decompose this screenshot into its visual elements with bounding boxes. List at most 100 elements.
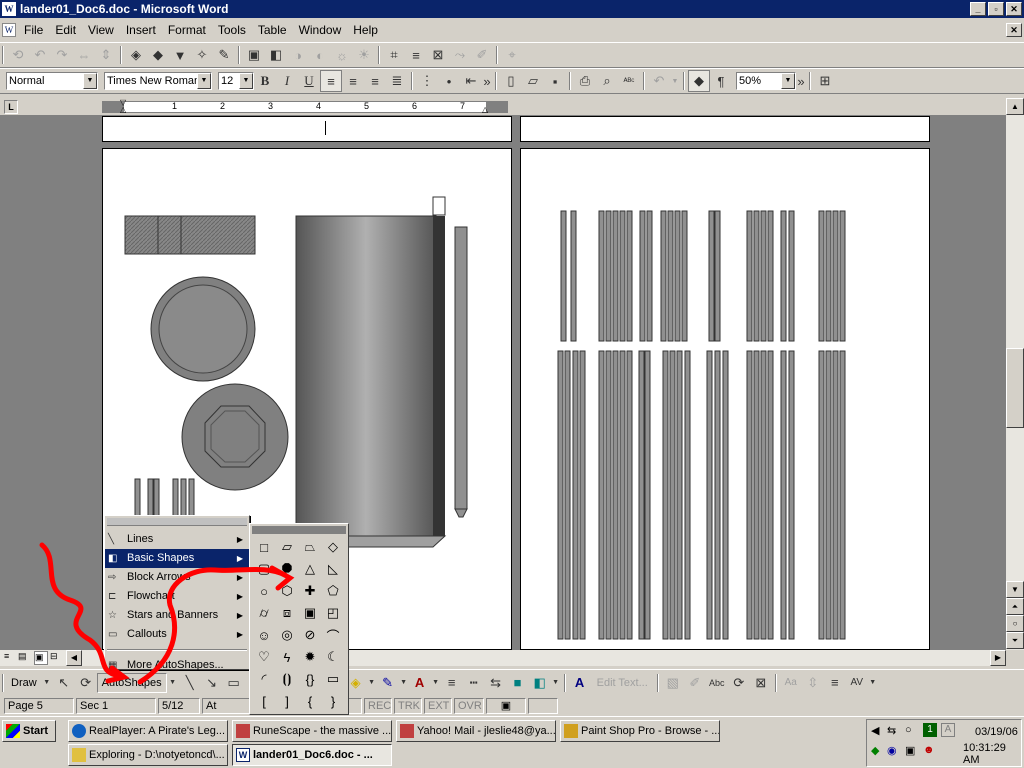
italic-button[interactable]: I xyxy=(276,70,298,92)
menu-edit[interactable]: Edit xyxy=(49,20,82,40)
align-right-icon[interactable]: ≡ xyxy=(364,70,386,92)
speaker-icon[interactable]: ◀ xyxy=(871,724,879,737)
menu-insert[interactable]: Insert xyxy=(120,20,162,40)
toolbar-more-icon[interactable]: » xyxy=(796,70,806,92)
status-rec[interactable]: REC xyxy=(364,698,392,714)
tab-selector[interactable]: L xyxy=(4,100,18,114)
block-arc-icon[interactable]: ⌒ xyxy=(322,624,344,646)
diamond-icon[interactable]: ◇ xyxy=(322,536,344,558)
double-brace-icon[interactable]: {} xyxy=(299,668,321,690)
fill-dropdown-icon[interactable]: ▼ xyxy=(367,672,377,694)
spacing-dropdown-icon[interactable]: ▼ xyxy=(868,672,878,694)
dropdown-arrow-icon[interactable]: ▼ xyxy=(781,73,795,89)
scroll-up-icon[interactable]: ▲ xyxy=(1006,98,1024,115)
line-style-icon[interactable]: ≡ xyxy=(441,672,463,694)
bullets-icon[interactable]: • xyxy=(438,70,460,92)
right-indent-icon[interactable]: △ xyxy=(482,105,488,114)
arrow-style-icon[interactable]: ⇆ xyxy=(485,672,507,694)
scroll-right-icon[interactable]: ▶ xyxy=(990,650,1006,666)
select-browse-object-icon[interactable]: ○ xyxy=(1006,615,1024,632)
arc-icon[interactable]: ◜ xyxy=(253,668,275,690)
fill-color-icon[interactable]: ◈ xyxy=(125,44,147,66)
select-objects-icon[interactable]: ↖ xyxy=(53,672,75,694)
font-size-combo[interactable]: 12 ▼ xyxy=(218,72,254,90)
dropdown-arrow-icon[interactable]: ▼ xyxy=(239,73,253,89)
page-6[interactable] xyxy=(520,148,930,650)
more-brightness-icon[interactable]: ☼ xyxy=(331,44,353,66)
menu-item-more-autoshapes[interactable]: ▦ More AutoShapes... xyxy=(105,656,249,675)
task-runescape[interactable]: RuneScape - the massive ... xyxy=(232,720,392,742)
menu-file[interactable]: File xyxy=(18,20,49,40)
menu-help[interactable]: Help xyxy=(347,20,384,40)
line-color-icon[interactable]: ✎ xyxy=(213,44,235,66)
effects-icon[interactable]: ✧ xyxy=(191,44,213,66)
text-wrapping-icon[interactable]: ⊠ xyxy=(750,672,772,694)
moon-icon[interactable]: ☾ xyxy=(322,646,344,668)
more-contrast-icon[interactable]: ◑ xyxy=(287,44,309,66)
vertical-text-icon[interactable]: ⇳ xyxy=(802,672,824,694)
scroll-thumb[interactable] xyxy=(1006,348,1024,428)
autoshapes-button[interactable]: AutoShapes xyxy=(96,672,167,693)
draw-dropdown-icon[interactable]: ▼ xyxy=(41,672,53,694)
minimize-button[interactable]: _ xyxy=(970,2,986,16)
alignment-icon[interactable]: ≡ xyxy=(824,672,846,694)
tray-number-icon[interactable]: 1 xyxy=(923,723,937,737)
menu-item-lines[interactable]: ╲ Lines ▶ xyxy=(105,530,249,549)
dash-style-icon[interactable]: ┅ xyxy=(463,672,485,694)
font-color-dropdown-icon[interactable]: ▼ xyxy=(431,672,441,694)
character-spacing-button[interactable]: AV xyxy=(846,672,868,694)
align-center-icon[interactable]: ≡ xyxy=(342,70,364,92)
underline-button[interactable]: U xyxy=(298,70,320,92)
flip-vertical-icon[interactable]: ⇕ xyxy=(95,44,117,66)
right-brace-icon[interactable]: } xyxy=(322,690,344,712)
outline-view-icon[interactable]: ⊟ xyxy=(50,651,62,665)
task-paint-shop-pro[interactable]: Paint Shop Pro - Browse - ... xyxy=(560,720,720,742)
vertical-scrollbar[interactable]: ▲ ▼ ⏶ ○ ⏷ xyxy=(1006,98,1024,650)
toolbar-more-icon[interactable]: » xyxy=(482,70,492,92)
set-transparent-icon[interactable]: ⌖ xyxy=(501,44,523,66)
style-combo[interactable]: Normal ▼ xyxy=(6,72,98,90)
line-color-dropdown-icon[interactable]: ▼ xyxy=(399,672,409,694)
print-preview-icon[interactable]: ⌕ xyxy=(596,70,618,92)
spelling-status-icon[interactable]: ▣ xyxy=(486,698,526,714)
menu-item-block-arrows[interactable]: ⇨ Block Arrows ▶ xyxy=(105,568,249,587)
lightning-icon[interactable]: ϟ xyxy=(276,646,298,668)
left-bracket-icon[interactable]: [ xyxy=(253,690,275,712)
justify-icon[interactable]: ≣ xyxy=(386,70,408,92)
zoom-combo[interactable]: 50% ▼ xyxy=(736,72,796,90)
hanging-indent-icon[interactable]: △ xyxy=(120,105,126,114)
close-button[interactable]: ✕ xyxy=(1006,2,1022,16)
rectangle-icon[interactable]: □ xyxy=(253,536,275,558)
format-wordart-icon[interactable]: ✐ xyxy=(684,672,706,694)
trapezoid-icon[interactable]: ⏢ xyxy=(299,536,321,558)
menu-item-flowchart[interactable]: ⊏ Flowchart ▶ xyxy=(105,587,249,606)
web-layout-icon[interactable]: ▤ xyxy=(18,651,30,665)
font-combo[interactable]: Times New Roman ▼ xyxy=(104,72,212,90)
menu-view[interactable]: View xyxy=(82,20,120,40)
print-layout-icon[interactable]: ▣ xyxy=(34,651,48,665)
drawing-toggle-icon[interactable]: ◆ xyxy=(688,70,710,92)
dropdown-arrow-icon[interactable]: ▼ xyxy=(197,73,211,89)
plaque-icon[interactable]: ▭ xyxy=(322,668,344,690)
status-trk[interactable]: TRK xyxy=(394,698,422,714)
sun-icon[interactable]: ✹ xyxy=(299,646,321,668)
compress-icon[interactable]: ⊠ xyxy=(427,44,449,66)
no-symbol-icon[interactable]: ⊘ xyxy=(299,624,321,646)
decrease-indent-icon[interactable]: ⇤ xyxy=(460,70,482,92)
align-left-icon[interactable]: ≡ xyxy=(320,70,342,92)
status-ext[interactable]: EXT xyxy=(424,698,452,714)
tray-person-icon[interactable]: ☻ xyxy=(923,744,935,756)
bevel-icon[interactable]: ▣ xyxy=(299,602,321,624)
wordart-same-height-button[interactable]: Aa xyxy=(780,672,802,694)
task-yahoo-mail[interactable]: Yahoo! Mail - jleslie48@ya... xyxy=(396,720,556,742)
maximize-button[interactable]: ▫ xyxy=(988,2,1004,16)
palette-drag-handle[interactable] xyxy=(252,526,346,534)
left-brace-icon[interactable]: { xyxy=(299,690,321,712)
line-style-icon[interactable]: ≡ xyxy=(405,44,427,66)
menu-tools[interactable]: Tools xyxy=(212,20,252,40)
task-exploring[interactable]: Exploring - D:\notyetoncd\... xyxy=(68,744,228,766)
format-picture-icon[interactable]: ✐ xyxy=(471,44,493,66)
mouse-icon[interactable]: ○ xyxy=(905,724,912,736)
shadow-icon[interactable]: ◆ xyxy=(147,44,169,66)
rotate-icon[interactable]: ⟲ xyxy=(7,44,29,66)
